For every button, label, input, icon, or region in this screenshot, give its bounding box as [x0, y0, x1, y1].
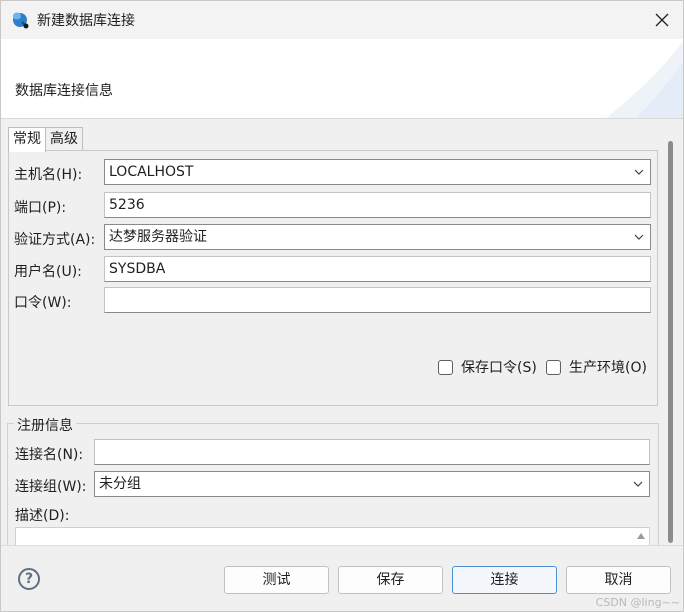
user-value: SYSDBA: [109, 261, 166, 277]
connect-button[interactable]: 连接: [452, 566, 557, 594]
description-textarea[interactable]: [15, 527, 650, 547]
database-connect-icon: [13, 12, 29, 29]
chevron-down-icon: [634, 169, 644, 175]
host-combo[interactable]: LOCALHOST: [104, 159, 651, 185]
registration-group-title: 注册信息: [14, 415, 76, 435]
conn-group-label: 连接组(W):: [15, 479, 87, 495]
auth-value: 达梦服务器验证: [109, 229, 207, 245]
tab-general[interactable]: 常规: [8, 127, 46, 152]
banner-title: 数据库连接信息: [15, 83, 113, 99]
production-checkbox[interactable]: 生产环境(O): [546, 357, 647, 377]
host-value: LOCALHOST: [109, 164, 194, 180]
watermark: CSDN @ling~~: [595, 596, 680, 609]
user-label: 用户名(U):: [14, 264, 82, 280]
dialog-footer: ? 测试 保存 连接 取消 CSDN @ling~~: [1, 545, 683, 611]
save-password-checkbox[interactable]: 保存口令(S): [438, 357, 537, 377]
test-button[interactable]: 测试: [224, 566, 329, 594]
chevron-down-icon: [633, 481, 643, 487]
new-db-connection-dialog: 新建数据库连接 数据库连接信息 常规 高级 主机名(H): LOCALHOST …: [0, 0, 684, 612]
window-title: 新建数据库连接: [37, 13, 135, 29]
save-password-box[interactable]: [438, 359, 453, 375]
close-button[interactable]: [639, 1, 683, 39]
production-label: 生产环境(O): [569, 360, 647, 376]
username-input[interactable]: SYSDBA: [104, 256, 651, 282]
auth-label: 验证方式(A):: [14, 232, 96, 248]
banner-decoration: [606, 41, 683, 118]
port-input[interactable]: 5236: [104, 192, 651, 218]
header-banner: 数据库连接信息: [1, 39, 683, 119]
production-box[interactable]: [546, 359, 561, 375]
tab-strip: 常规 高级: [8, 127, 83, 152]
title-bar: 新建数据库连接: [1, 1, 683, 39]
tab-advanced[interactable]: 高级: [45, 127, 83, 151]
save-password-label: 保存口令(S): [461, 360, 537, 376]
password-label: 口令(W):: [14, 295, 72, 311]
description-label: 描述(D):: [15, 508, 70, 524]
host-label: 主机名(H):: [14, 167, 83, 183]
password-input[interactable]: [104, 287, 651, 313]
cancel-button[interactable]: 取消: [566, 566, 671, 594]
save-button[interactable]: 保存: [338, 566, 443, 594]
help-icon: ?: [24, 571, 34, 587]
port-value: 5236: [109, 197, 145, 213]
close-icon: [655, 13, 669, 27]
vertical-scrollbar[interactable]: [667, 141, 675, 543]
auth-method-combo[interactable]: 达梦服务器验证: [104, 224, 651, 250]
help-button[interactable]: ?: [18, 568, 40, 590]
conn-group-value: 未分组: [99, 476, 141, 492]
conn-name-label: 连接名(N):: [15, 447, 84, 463]
connection-group-combo[interactable]: 未分组: [94, 471, 650, 497]
connection-name-input[interactable]: [94, 439, 650, 465]
scroll-up-icon[interactable]: [637, 533, 645, 539]
scrollbar-thumb[interactable]: [668, 141, 673, 543]
chevron-down-icon: [634, 234, 644, 240]
port-label: 端口(P):: [14, 200, 67, 216]
general-tab-panel: 主机名(H): LOCALHOST 端口(P): 5236 验证方式(A): 达…: [8, 150, 658, 406]
